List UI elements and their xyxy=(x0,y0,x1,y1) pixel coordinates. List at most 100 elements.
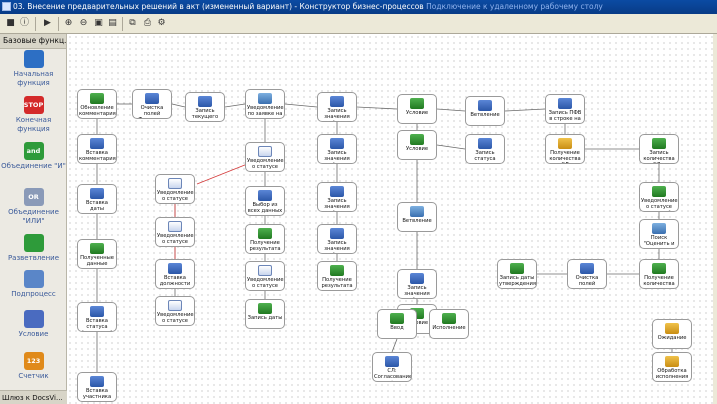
process-node[interactable]: Полученные данные xyxy=(77,239,117,269)
process-node[interactable]: Вставка участника согласования в запись … xyxy=(77,372,117,402)
node-icon xyxy=(330,138,344,149)
process-node[interactable]: Ввод xyxy=(377,309,417,339)
process-node[interactable]: Запись количества СЛ в карточку xyxy=(639,134,679,164)
node-icon xyxy=(90,243,104,254)
page-icon[interactable]: ▤ xyxy=(106,17,119,30)
process-node[interactable]: СЛ: Согласование + Подписание документов xyxy=(372,352,412,382)
process-node[interactable]: Уведомление о статусе после ввода xyxy=(155,296,195,326)
process-node[interactable]: Уведомление о статусе решений xyxy=(639,182,679,212)
palette-item-label: Конечная функция xyxy=(15,116,52,133)
node-icon xyxy=(90,376,104,387)
node-icon xyxy=(390,313,404,324)
process-node[interactable]: Обработка исполнения xyxy=(652,352,692,382)
node-label: Обновление комментария xyxy=(79,105,116,117)
process-node[interactable]: Запись значения свойства - ФИО xyxy=(317,182,357,212)
process-node[interactable]: Уведомление о статусе после ввода xyxy=(245,261,285,291)
copy-icon[interactable]: ⧉ xyxy=(126,17,139,30)
process-node[interactable]: Ветвление xyxy=(465,96,505,126)
node-icon xyxy=(168,263,182,274)
palette-item[interactable]: Разветвление xyxy=(0,234,67,263)
node-label: Запись статуса решения xyxy=(473,150,497,163)
toolbar-separator xyxy=(58,17,59,31)
process-node[interactable]: Получение результата xyxy=(317,261,357,291)
process-node[interactable]: Запись ПФВ в строке на согласие xyxy=(545,94,585,124)
node-label: Уведомление о статусе решений xyxy=(641,198,678,211)
palette-item-label: Начальная функция xyxy=(13,70,54,87)
node-label: Получение результата xyxy=(321,277,353,289)
node-icon xyxy=(90,93,104,104)
process-canvas[interactable]: Обновление комментария Очистка полей Теку… xyxy=(67,34,717,404)
run-icon[interactable]: ▶ xyxy=(41,17,54,30)
palette-item[interactable]: 123 Счетчик xyxy=(0,352,67,381)
process-node[interactable]: Уведомление по заявке на изменение xyxy=(245,89,285,119)
palette-item-label: Разветвление xyxy=(7,254,60,262)
node-icon xyxy=(168,300,182,311)
node-icon xyxy=(665,356,679,367)
node-label: Выбор из всех данных в карточку xyxy=(247,202,283,215)
node-label: Уведомление о статусе после проверки xyxy=(247,158,284,171)
palette-item[interactable]: OR Объединение "ИЛИ" xyxy=(0,188,67,225)
settings-icon[interactable]: ⚙ xyxy=(155,17,168,30)
process-node[interactable]: Запись значения свойства - результат xyxy=(317,224,357,254)
process-node[interactable]: Исполнение xyxy=(429,309,469,339)
node-label: Запись значения свойства - результат xyxy=(323,108,351,121)
process-node[interactable]: Вставка даты xyxy=(77,184,117,214)
process-node[interactable]: Вставка должности xyxy=(155,259,195,289)
process-node[interactable]: Уведомление о статусе после проверки xyxy=(245,142,285,172)
process-node[interactable]: Запись текущего xyxy=(185,92,225,122)
node-label: Запись даты утверждения xyxy=(499,275,536,287)
palette-item[interactable]: Подпроцесс xyxy=(0,270,67,299)
node-label: Исполнение xyxy=(432,325,466,331)
palette-item[interactable]: and Объединение "И" xyxy=(0,142,67,171)
process-node[interactable]: Запись статуса решения xyxy=(465,134,505,164)
process-node[interactable]: Условие xyxy=(397,130,437,160)
process-node[interactable]: Запись даты xyxy=(245,299,285,329)
process-node[interactable]: Запись даты утверждения xyxy=(497,259,537,289)
print-icon[interactable]: ⎙ xyxy=(141,17,154,30)
palette-item[interactable]: Начальная функция xyxy=(0,50,67,87)
process-node[interactable]: Получение количества в завершенных xyxy=(639,259,679,289)
process-node[interactable]: Поиск "Оценить и утверждение" xyxy=(639,219,679,249)
process-node[interactable]: Очистка полей текущего исполнителя xyxy=(567,259,607,289)
palette-item[interactable]: Условие xyxy=(0,310,67,339)
node-icon xyxy=(330,186,344,197)
zoom-out-icon[interactable]: ⊖ xyxy=(77,17,90,30)
vertical-scrollbar[interactable] xyxy=(713,34,717,404)
process-node[interactable]: Уведомление о статусе после ввода xyxy=(155,174,195,204)
process-node[interactable]: Ожидание xyxy=(652,319,692,349)
palette-footer-tab[interactable]: Шлюз к DocsVi... xyxy=(0,390,67,404)
subprocess-icon xyxy=(23,270,44,288)
connection-line xyxy=(224,103,246,108)
title-bar: 03. Внесение предварительных решений в а… xyxy=(0,0,717,14)
process-node[interactable]: Вставка комментария xyxy=(77,134,117,164)
fit-icon[interactable]: ▣ xyxy=(92,17,105,30)
process-node[interactable]: Вставка статуса (нужен рм) xyxy=(77,302,117,332)
stop-icon: STOP xyxy=(23,96,44,114)
node-icon xyxy=(145,93,159,104)
process-node[interactable]: Очистка полей Текущего исполнителя xyxy=(132,89,172,119)
process-node[interactable]: Запись значения свойства - результат xyxy=(317,92,357,122)
process-node[interactable]: Запись значения свойства - статус xyxy=(317,134,357,164)
process-node[interactable]: Получение количества СЛ xyxy=(545,134,585,164)
node-label: Уведомление о статусе после ввода xyxy=(157,233,194,246)
process-node[interactable]: Условие xyxy=(397,94,437,124)
process-node[interactable]: Уведомление о статусе после ввода xyxy=(155,217,195,247)
process-node[interactable]: Ветвление xyxy=(397,202,437,232)
connection-line xyxy=(356,106,398,110)
node-icon xyxy=(330,96,344,107)
palette-item-label: Подпроцесс xyxy=(11,290,56,298)
zoom-in-icon[interactable]: ⊕ xyxy=(62,17,75,30)
node-label: Запись значения свойства - статус xyxy=(323,150,351,163)
menu-icon[interactable]: ■ xyxy=(4,17,17,30)
node-label: Получение количества СЛ xyxy=(549,150,581,163)
process-node[interactable]: Запись значения свойства - дата xyxy=(397,269,437,299)
info-icon[interactable]: ⓘ xyxy=(18,17,31,30)
palette-item[interactable]: STOP Конечная функция xyxy=(0,96,67,133)
node-icon xyxy=(330,265,344,276)
process-node[interactable]: Получение результата согласования xyxy=(245,224,285,254)
connection-line xyxy=(436,108,466,112)
process-node[interactable]: Выбор из всех данных в карточку xyxy=(245,186,285,216)
process-node[interactable]: Обновление комментария xyxy=(77,89,117,119)
connection-line xyxy=(391,338,398,353)
node-label: Вставка комментария xyxy=(79,150,116,162)
